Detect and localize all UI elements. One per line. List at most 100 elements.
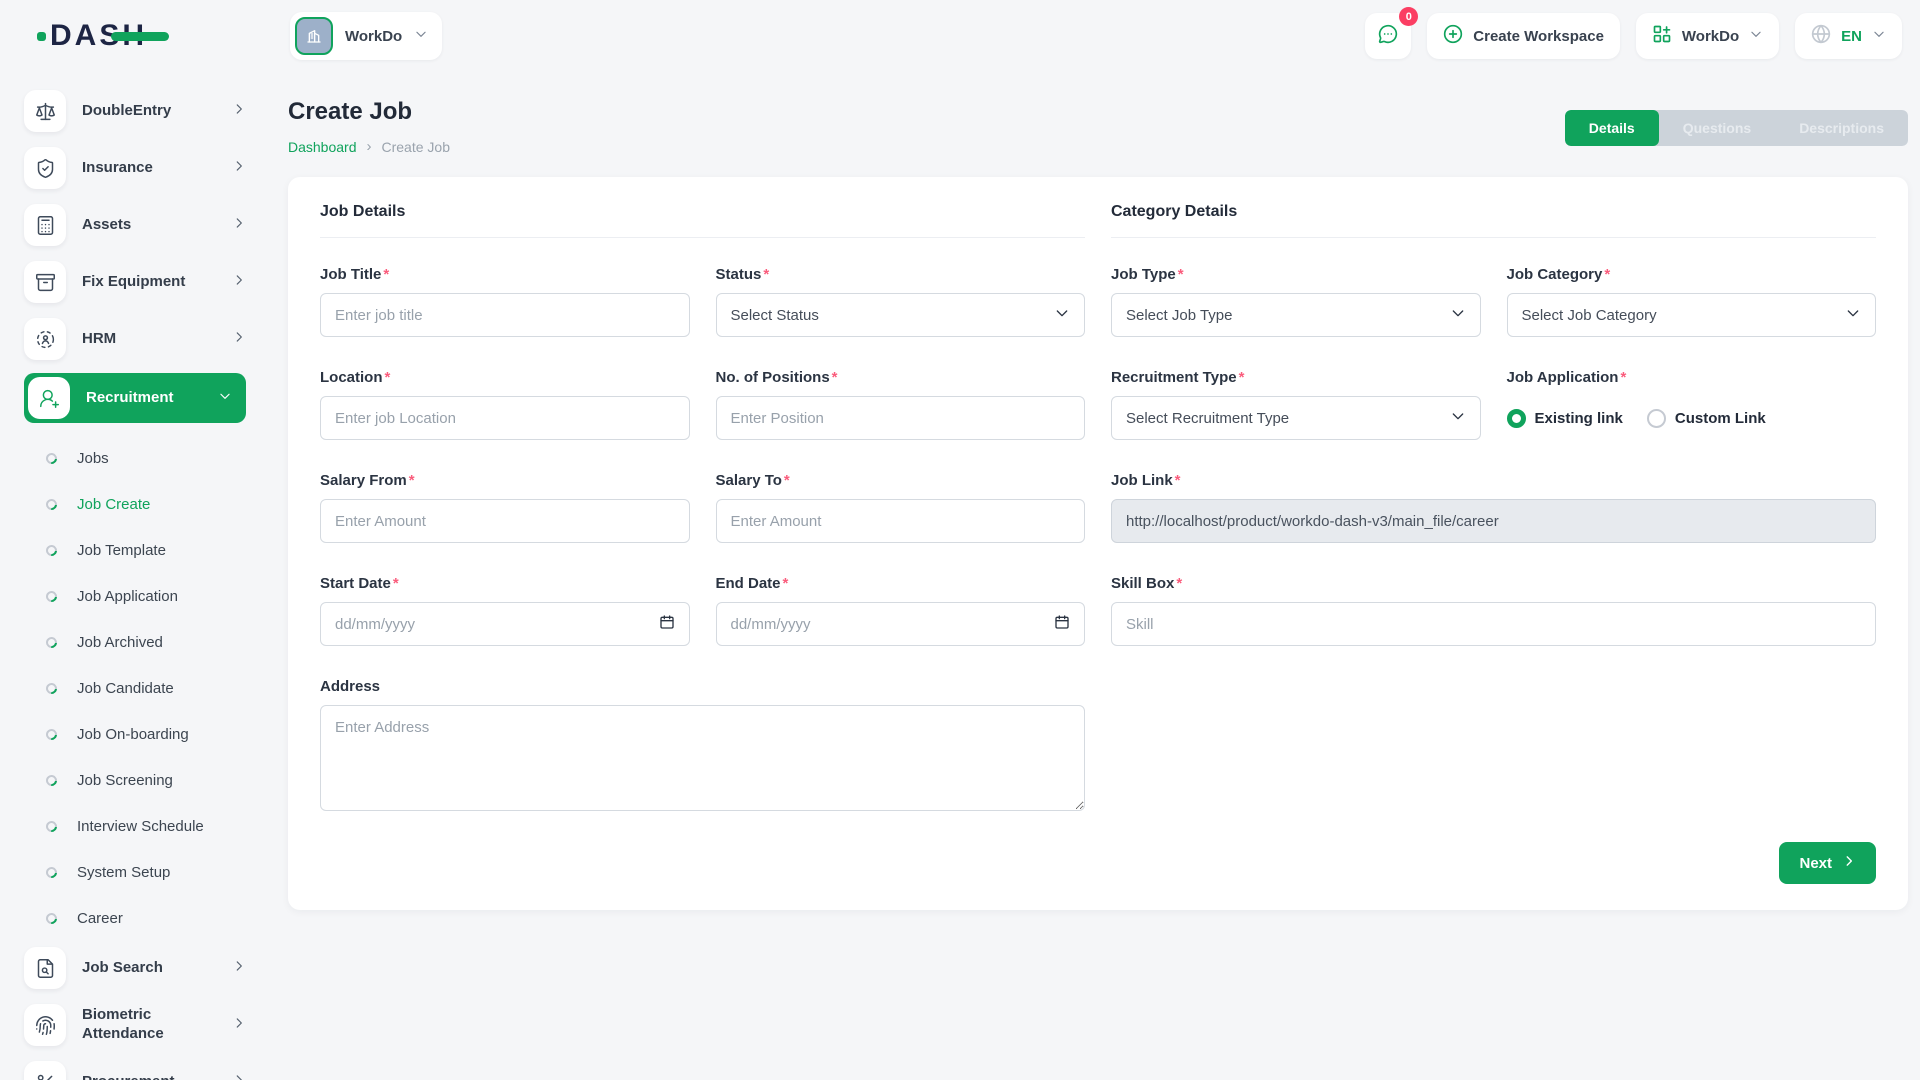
sidebar-subitem-job-template[interactable]: Job Template bbox=[38, 527, 246, 573]
skill-box-field: Skill Box* bbox=[1111, 575, 1876, 646]
tab-descriptions[interactable]: Descriptions bbox=[1775, 110, 1908, 146]
job-type-label: Job Type bbox=[1111, 266, 1176, 283]
required-marker: * bbox=[1239, 369, 1245, 386]
skill-input[interactable] bbox=[1111, 602, 1876, 646]
salary-to-label: Salary To bbox=[716, 472, 782, 489]
radio-selected-icon bbox=[1507, 409, 1526, 428]
chevron-down-icon bbox=[1845, 305, 1861, 325]
chevron-down-icon bbox=[1054, 305, 1070, 325]
sidebar-item-insurance[interactable]: Insurance bbox=[24, 145, 246, 191]
chevron-down-icon bbox=[218, 389, 232, 408]
chevron-down-icon bbox=[1872, 27, 1886, 45]
calculator-icon bbox=[24, 204, 66, 246]
user-plus-icon bbox=[28, 377, 70, 419]
brand-logo[interactable]: DASH bbox=[0, 19, 264, 53]
sidebar-subitem-jobs[interactable]: Jobs bbox=[38, 435, 246, 481]
next-button[interactable]: Next bbox=[1779, 842, 1876, 884]
sidebar-item-hrm[interactable]: HRM bbox=[24, 316, 246, 362]
salary-to-field: Salary To* bbox=[716, 472, 1086, 543]
required-marker: * bbox=[1176, 575, 1182, 592]
chevron-right-icon bbox=[232, 1073, 246, 1080]
end-date-field: End Date* dd/mm/yyyy bbox=[716, 575, 1086, 646]
end-date-input[interactable]: dd/mm/yyyy bbox=[716, 602, 1086, 646]
skill-box-label: Skill Box bbox=[1111, 575, 1174, 592]
sidebar-item-doubleentry[interactable]: DoubleEntry bbox=[24, 88, 246, 134]
radio-unselected-icon bbox=[1647, 409, 1666, 428]
tab-details[interactable]: Details bbox=[1565, 110, 1659, 146]
custom-link-radio[interactable]: Custom Link bbox=[1647, 409, 1766, 428]
messages-button[interactable]: 0 bbox=[1365, 13, 1411, 59]
breadcrumb-dashboard-link[interactable]: Dashboard bbox=[288, 139, 357, 155]
sidebar-subitem-system-setup[interactable]: System Setup bbox=[38, 849, 246, 895]
logo-dash-bar bbox=[111, 32, 169, 41]
sidebar-item-job-search[interactable]: Job Search bbox=[24, 945, 246, 991]
location-input[interactable] bbox=[320, 396, 690, 440]
sidebar-item-biometric-attendance[interactable]: Biometric Attendance bbox=[24, 1002, 246, 1048]
salary-from-input[interactable] bbox=[320, 499, 690, 543]
start-date-input[interactable]: dd/mm/yyyy bbox=[320, 602, 690, 646]
job-category-select[interactable]: Select Job Category bbox=[1507, 293, 1877, 337]
grid-plus-icon bbox=[1652, 24, 1672, 48]
calendar-icon[interactable] bbox=[1054, 614, 1070, 634]
sidebar-subitem-job-screening[interactable]: Job Screening bbox=[38, 757, 246, 803]
category-details-section: Category Details Job Type* Select Job Ty… bbox=[1111, 203, 1876, 646]
chevron-right-icon bbox=[232, 1016, 246, 1035]
sidebar-subitem-interview-schedule[interactable]: Interview Schedule bbox=[38, 803, 246, 849]
required-marker: * bbox=[385, 369, 391, 386]
language-selector[interactable]: EN bbox=[1795, 13, 1902, 59]
recruitment-submenu: Jobs Job Create Job Template Job Applica… bbox=[24, 433, 246, 945]
required-marker: * bbox=[383, 266, 389, 283]
chevron-down-icon bbox=[1450, 408, 1466, 428]
sidebar-item-recruitment[interactable]: Recruitment bbox=[24, 373, 246, 423]
sidebar-subitem-job-candidate[interactable]: Job Candidate bbox=[38, 665, 246, 711]
document-search-icon bbox=[24, 947, 66, 989]
positions-input[interactable] bbox=[716, 396, 1086, 440]
salary-to-input[interactable] bbox=[716, 499, 1086, 543]
recruitment-type-select[interactable]: Select Recruitment Type bbox=[1111, 396, 1481, 440]
start-date-label: Start Date bbox=[320, 575, 391, 592]
app-switcher-button[interactable]: WorkDo bbox=[1636, 13, 1779, 59]
calendar-icon[interactable] bbox=[659, 614, 675, 634]
chevron-down-icon bbox=[1749, 27, 1763, 45]
sidebar-subitem-job-application[interactable]: Job Application bbox=[38, 573, 246, 619]
sidebar-subitem-job-create[interactable]: Job Create bbox=[38, 481, 246, 527]
job-category-label: Job Category bbox=[1507, 266, 1603, 283]
circle-dot-icon bbox=[44, 911, 59, 926]
job-type-field: Job Type* Select Job Type bbox=[1111, 266, 1481, 337]
required-marker: * bbox=[409, 472, 415, 489]
chevron-right-icon bbox=[232, 102, 246, 121]
circle-dot-icon bbox=[44, 865, 59, 880]
job-type-select[interactable]: Select Job Type bbox=[1111, 293, 1481, 337]
tab-questions[interactable]: Questions bbox=[1659, 110, 1775, 146]
sidebar-subitem-job-archived[interactable]: Job Archived bbox=[38, 619, 246, 665]
chevron-right-icon bbox=[232, 959, 246, 978]
sidebar-item-procurement[interactable]: Procurement bbox=[24, 1059, 246, 1080]
sidebar-subitem-career[interactable]: Career bbox=[38, 895, 246, 941]
required-marker: * bbox=[1620, 369, 1626, 386]
salary-from-field: Salary From* bbox=[320, 472, 690, 543]
circle-dot-icon bbox=[44, 773, 59, 788]
existing-link-radio[interactable]: Existing link bbox=[1507, 409, 1623, 428]
circle-dot-icon bbox=[44, 819, 59, 834]
sidebar-subitem-job-onboarding[interactable]: Job On-boarding bbox=[38, 711, 246, 757]
required-marker: * bbox=[393, 575, 399, 592]
required-marker: * bbox=[784, 472, 790, 489]
address-field: Address bbox=[320, 678, 1085, 816]
status-select[interactable]: Select Status bbox=[716, 293, 1086, 337]
workspace-selector[interactable]: WorkDo bbox=[290, 12, 442, 60]
app-switcher-label: WorkDo bbox=[1682, 28, 1739, 45]
address-textarea[interactable] bbox=[320, 705, 1085, 811]
create-workspace-button[interactable]: Create Workspace bbox=[1427, 13, 1620, 59]
language-label: EN bbox=[1841, 28, 1862, 45]
sidebar-item-fix-equipment[interactable]: Fix Equipment bbox=[24, 259, 246, 305]
section-title-job-details: Job Details bbox=[320, 203, 1085, 238]
building-icon bbox=[295, 17, 333, 55]
chevron-right-icon bbox=[232, 273, 246, 292]
job-title-input[interactable] bbox=[320, 293, 690, 337]
job-application-label: Job Application bbox=[1507, 369, 1619, 386]
create-job-card: Job Details Job Title* Status* Select St… bbox=[288, 177, 1908, 910]
job-link-label: Job Link bbox=[1111, 472, 1173, 489]
shield-icon bbox=[24, 147, 66, 189]
topbar: DASH WorkDo 0 Create Workspace WorkDo EN bbox=[0, 0, 1920, 72]
sidebar-item-assets[interactable]: Assets bbox=[24, 202, 246, 248]
